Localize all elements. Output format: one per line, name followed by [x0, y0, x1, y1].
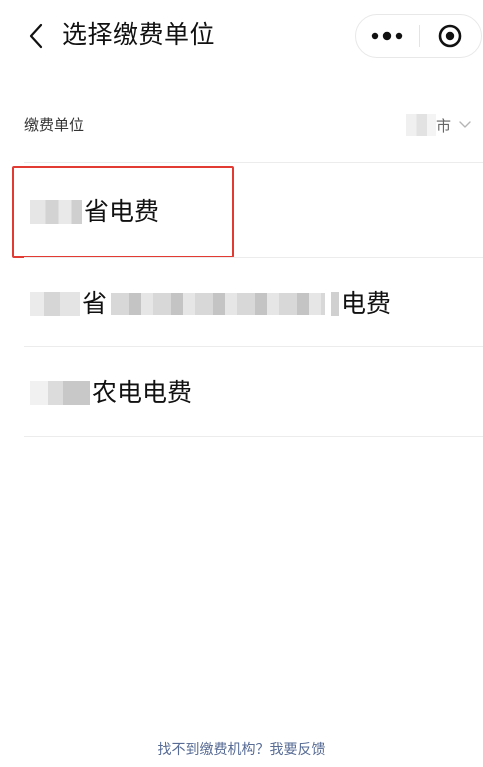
- redacted-region: [30, 200, 82, 224]
- feedback-link[interactable]: 找不到缴费机构？我要反馈: [0, 740, 483, 760]
- list-item-provincial-electricity[interactable]: 省电费: [24, 166, 483, 256]
- list-item-content: 农电电费: [30, 375, 192, 411]
- more-button[interactable]: [356, 15, 419, 57]
- top-bar: 选择缴费单位: [0, 0, 483, 82]
- list-item-content: 省 电费: [30, 286, 391, 322]
- back-button[interactable]: [22, 22, 50, 50]
- list-item-label: 农电电费: [92, 378, 193, 407]
- city-value: 市: [435, 116, 451, 135]
- mini-program-capsule: [355, 14, 482, 58]
- redacted-company-name: [111, 293, 326, 315]
- list-item-rural-electricity[interactable]: 农电电费: [24, 347, 483, 437]
- redacted-region: [30, 292, 80, 316]
- chevron-left-icon: [29, 23, 43, 49]
- redacted-region: [30, 381, 90, 405]
- chevron-down-icon: [459, 119, 471, 131]
- divider: [24, 162, 483, 163]
- payment-unit-selector[interactable]: 缴费单位 市: [24, 106, 483, 146]
- divider: [24, 436, 483, 437]
- list-item-provincial-company-electricity[interactable]: 省 电费: [24, 258, 483, 348]
- redacted-city-name: [405, 114, 436, 136]
- list-item-label-prefix: 省: [82, 289, 108, 318]
- close-button[interactable]: [419, 15, 481, 57]
- redacted-char: [331, 292, 340, 316]
- list-item-content: 省电费: [30, 194, 159, 230]
- more-dots-icon: [372, 31, 403, 41]
- payment-unit-label: 缴费单位: [24, 116, 85, 134]
- list-item-label-suffix: 电费: [341, 289, 392, 318]
- city-picker[interactable]: 市: [405, 112, 471, 138]
- page-title: 选择缴费单位: [62, 20, 216, 49]
- target-circle-icon: [438, 24, 462, 48]
- list-item-label: 省电费: [84, 197, 160, 226]
